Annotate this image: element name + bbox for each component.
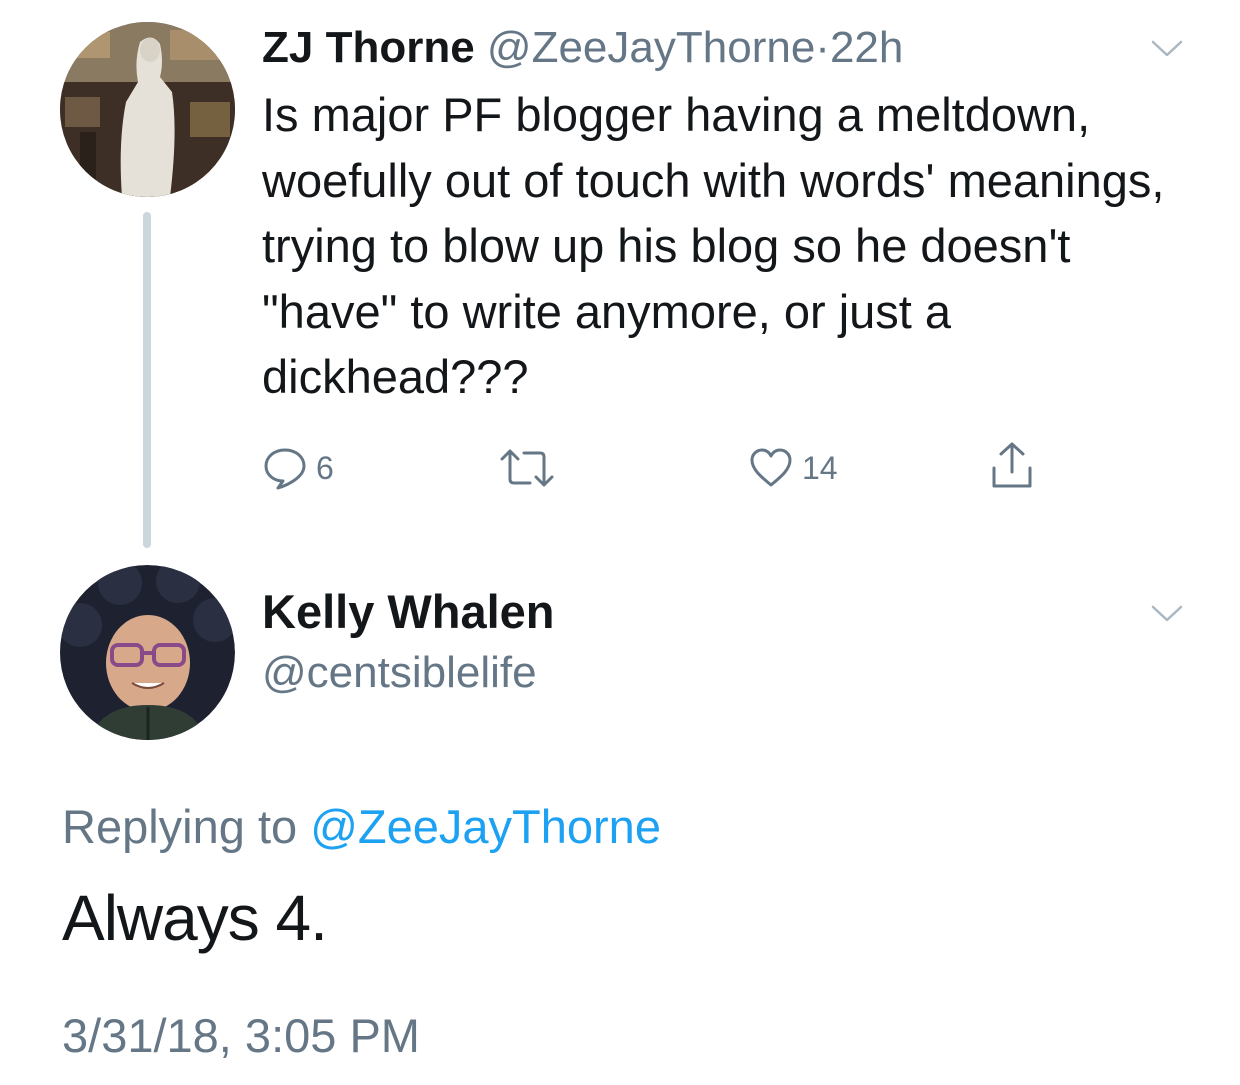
author-avatar[interactable] <box>60 22 235 197</box>
reply-author-avatar[interactable] <box>60 565 235 740</box>
replying-to-line: Replying to @ZeeJayThorne <box>62 797 661 857</box>
reply-button[interactable]: 6 <box>262 444 334 492</box>
tweet-text: Is major PF blogger having a meltdown, w… <box>262 88 1165 403</box>
replying-to-label: Replying to <box>62 800 311 853</box>
replying-to-mention[interactable]: @ZeeJayThorne <box>310 800 661 853</box>
like-button[interactable]: 14 <box>748 444 838 492</box>
reply-count: 6 <box>316 449 334 486</box>
chevron-down-icon[interactable] <box>1150 38 1184 60</box>
author-name[interactable]: ZJ Thorne <box>262 23 475 72</box>
author-handle[interactable]: @ZeeJayThorne <box>487 23 815 72</box>
share-icon <box>992 442 1032 488</box>
reply-timestamp: 3/31/18, 3:05 PM <box>62 1009 420 1062</box>
header-separator: · <box>815 23 830 72</box>
reply-icon <box>264 448 306 490</box>
reply-author-handle[interactable]: @centsiblelife <box>262 645 537 701</box>
retweet-icon <box>500 449 554 487</box>
reply-author-name[interactable]: Kelly Whalen <box>262 582 555 642</box>
like-count: 14 <box>802 449 838 486</box>
tweet-time[interactable]: 22h <box>830 23 903 72</box>
share-button[interactable] <box>988 440 1036 492</box>
retweet-button[interactable] <box>498 444 556 492</box>
tweet-header: ZJ Thorne @ZeeJayThorne·22h <box>262 20 903 76</box>
heart-icon <box>750 448 792 487</box>
thread-line <box>143 212 151 548</box>
person-fur-hood-icon <box>60 565 235 740</box>
reply-text: Always 4. <box>62 882 328 954</box>
chevron-down-icon[interactable] <box>1150 603 1184 625</box>
statue-photo-icon <box>60 22 235 197</box>
